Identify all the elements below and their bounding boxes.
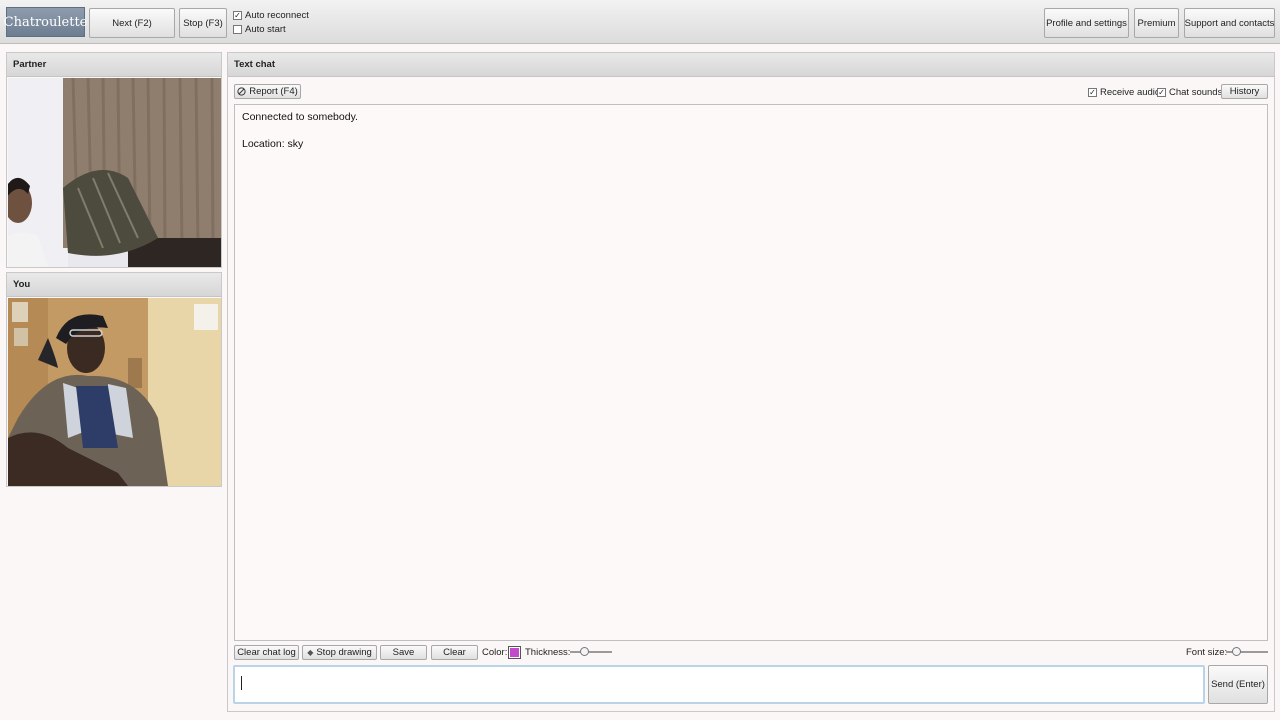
text-caret: [241, 676, 242, 690]
chat-sounds-label: Chat sounds: [1169, 87, 1223, 98]
clear-chat-log-button[interactable]: Clear chat log: [234, 645, 299, 660]
report-label: Report (F4): [249, 86, 298, 97]
auto-start-label: Auto start: [245, 24, 286, 35]
clear-drawing-button[interactable]: Clear: [431, 645, 478, 660]
receive-audio-checkbox[interactable]: ✓ Receive audio: [1088, 87, 1160, 98]
chat-message: Connected to somebody.: [242, 111, 358, 123]
color-swatch: [510, 648, 519, 657]
chat-sounds-check-icon: ✓: [1157, 87, 1166, 97]
you-title: You: [7, 273, 221, 297]
next-button[interactable]: Next (F2): [89, 8, 175, 38]
stop-drawing-button[interactable]: ◆ Stop drawing: [302, 645, 377, 660]
font-size-label: Font size:: [1186, 647, 1228, 658]
chatroulette-logo[interactable]: Chatroulette: [4, 7, 87, 37]
font-size-slider[interactable]: [1226, 647, 1268, 657]
stop-button[interactable]: Stop (F3): [179, 8, 227, 38]
thickness-label: Thickness:: [525, 647, 571, 658]
chat-log[interactable]: Connected to somebody. Location: sky: [234, 104, 1268, 641]
color-picker[interactable]: [508, 646, 521, 659]
receive-audio-check-icon: ✓: [1088, 87, 1097, 97]
partner-panel: Partner: [6, 52, 222, 268]
report-block-icon: [237, 87, 246, 96]
thickness-slider-track: [570, 651, 612, 653]
thickness-slider[interactable]: [570, 647, 612, 657]
auto-start-box-icon: [233, 25, 242, 34]
top-toolbar: Chatroulette Next (F2) Stop (F3) ✓ Auto …: [0, 0, 1280, 44]
auto-reconnect-checkbox[interactable]: ✓ Auto reconnect: [233, 10, 309, 21]
partner-title: Partner: [7, 53, 221, 77]
chat-message: Location: sky: [242, 138, 304, 150]
partner-video-frame: [8, 78, 221, 267]
chat-sounds-checkbox[interactable]: ✓ Chat sounds: [1157, 87, 1222, 98]
auto-reconnect-label: Auto reconnect: [245, 10, 309, 21]
save-drawing-button[interactable]: Save: [380, 645, 427, 660]
receive-audio-label: Receive audio: [1100, 87, 1161, 98]
report-button[interactable]: Report (F4): [234, 84, 301, 99]
you-panel: You: [6, 272, 222, 487]
thickness-slider-knob[interactable]: [580, 647, 589, 656]
self-video: [8, 298, 221, 486]
stop-drawing-label: Stop drawing: [316, 647, 372, 658]
self-video-frame: [8, 298, 221, 486]
chat-message-input[interactable]: [233, 665, 1205, 704]
color-label: Color:: [482, 647, 508, 658]
font-size-slider-knob[interactable]: [1232, 647, 1241, 656]
history-button[interactable]: History: [1221, 84, 1268, 99]
profile-settings-button[interactable]: Profile and settings: [1044, 8, 1129, 38]
auto-reconnect-check-icon: ✓: [233, 10, 242, 20]
partner-video: [8, 78, 221, 267]
send-button[interactable]: Send (Enter): [1208, 665, 1268, 704]
drawing-diamond-icon: ◆: [307, 648, 314, 657]
premium-button[interactable]: Premium: [1134, 8, 1179, 38]
support-contacts-button[interactable]: Support and contacts: [1184, 8, 1275, 38]
auto-start-checkbox[interactable]: Auto start: [233, 24, 286, 35]
text-chat-title: Text chat: [228, 53, 1274, 77]
